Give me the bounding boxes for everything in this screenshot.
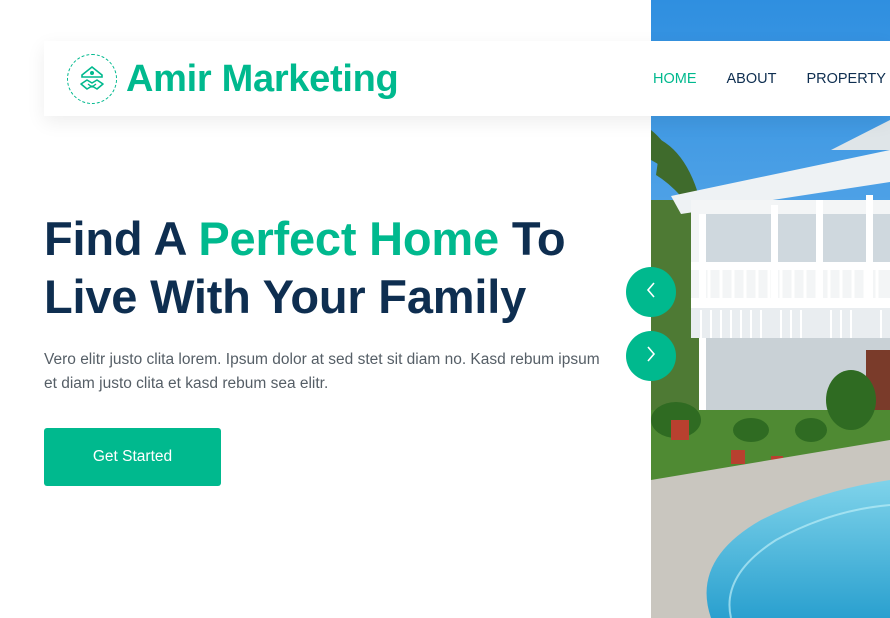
brand-link[interactable]: Amir Marketing [67,54,399,104]
nav-item-about[interactable]: ABOUT [727,71,777,87]
get-started-button[interactable]: Get Started [44,428,221,486]
carousel-prev-button[interactable] [626,267,676,317]
carousel-next-button[interactable] [626,331,676,381]
chevron-left-icon [645,281,657,304]
handshake-house-icon [67,54,117,104]
nav-item-property-label: PROPERTY [806,70,886,87]
hero-title: Find A Perfect Home To Live With Your Fa… [44,210,644,326]
hero-title-part1: Find A [44,212,199,265]
hero-description: Vero elitr justo clita lorem. Ipsum dolo… [44,351,600,392]
navbar: Amir Marketing HOME ABOUT PROPERTY [44,41,890,116]
hero-title-accent: Perfect Home [198,212,499,265]
brand-name: Amir Marketing [126,57,399,100]
nav-menu: HOME ABOUT PROPERTY [653,41,890,116]
nav-item-property[interactable]: PROPERTY [806,71,890,87]
chevron-right-icon [645,345,657,368]
nav-item-home[interactable]: HOME [653,71,697,87]
